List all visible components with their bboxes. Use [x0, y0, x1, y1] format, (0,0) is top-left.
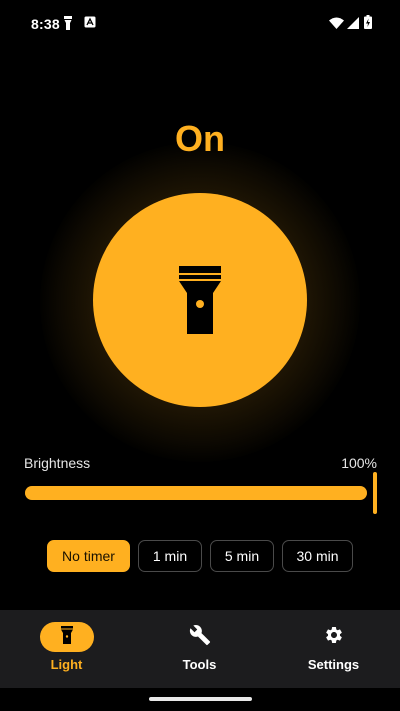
home-gesture-bar[interactable] — [149, 697, 252, 701]
nav-item-settings[interactable]: Settings — [267, 610, 400, 688]
status-bar: 8:38 — [0, 0, 400, 48]
cellular-signal-icon — [347, 17, 359, 29]
wrench-icon — [189, 624, 211, 651]
flashlight-power-button[interactable] — [93, 193, 307, 407]
timer-options: No timer 1 min 5 min 30 min — [0, 540, 400, 572]
bottom-navigation: Light Tools Settings — [0, 610, 400, 688]
nav-indicator — [307, 622, 361, 652]
nav-indicator — [39, 622, 94, 652]
keyboard-status-icon — [84, 16, 96, 28]
brightness-label: Brightness — [24, 455, 91, 471]
wifi-icon — [329, 17, 344, 29]
nav-label-light: Light — [50, 657, 83, 672]
gear-icon — [324, 625, 344, 650]
nav-item-light[interactable]: Light — [0, 610, 133, 688]
nav-label-settings: Settings — [307, 657, 360, 672]
brightness-slider-track — [25, 486, 367, 500]
battery-charging-icon — [364, 15, 372, 29]
nav-item-tools[interactable]: Tools — [133, 610, 266, 688]
flashlight-status-icon — [64, 16, 72, 30]
nav-indicator — [173, 622, 227, 652]
timer-chip-no-timer[interactable]: No timer — [47, 540, 130, 572]
brightness-value: 100% — [341, 455, 377, 471]
flashlight-icon — [178, 266, 222, 334]
flashlight-icon — [60, 625, 73, 649]
status-time: 8:38 — [31, 16, 60, 32]
timer-chip-30-min[interactable]: 30 min — [282, 540, 353, 572]
timer-chip-5-min[interactable]: 5 min — [210, 540, 274, 572]
brightness-slider[interactable] — [25, 471, 377, 515]
brightness-slider-thumb[interactable] — [373, 472, 377, 514]
timer-chip-1-min[interactable]: 1 min — [138, 540, 202, 572]
nav-label-tools: Tools — [182, 657, 217, 672]
brightness-slider-fill — [25, 486, 367, 500]
